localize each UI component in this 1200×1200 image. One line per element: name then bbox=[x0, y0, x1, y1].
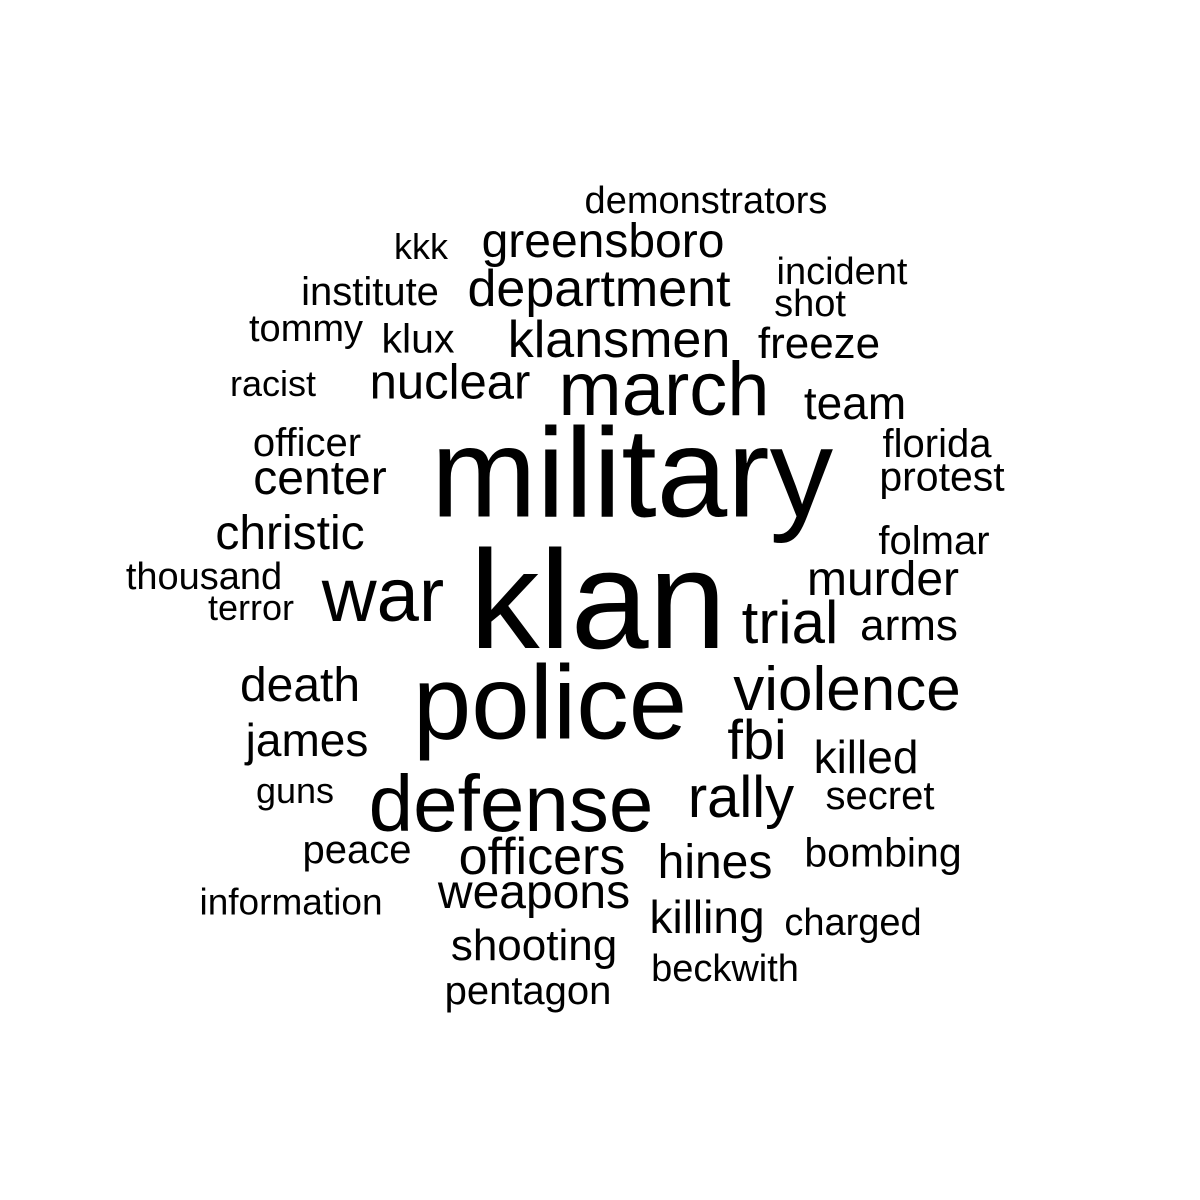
word: christic bbox=[215, 507, 365, 560]
word: freeze bbox=[757, 319, 881, 368]
word: weapons bbox=[437, 866, 631, 919]
word-cloud: klan military police defense march war v… bbox=[0, 0, 1200, 1200]
word: death bbox=[239, 659, 361, 712]
word: hines bbox=[657, 836, 773, 889]
word: terror bbox=[207, 587, 295, 628]
word: pentagon bbox=[444, 969, 612, 1013]
word: institute bbox=[301, 270, 439, 314]
word: florida bbox=[882, 422, 992, 466]
word: team bbox=[803, 377, 907, 429]
word: war bbox=[321, 553, 445, 638]
word: tommy bbox=[249, 308, 363, 350]
word: bombing bbox=[804, 829, 962, 876]
word: racist bbox=[229, 363, 317, 404]
word: shot bbox=[774, 283, 846, 325]
word: demonstrators bbox=[584, 180, 828, 222]
word: officer bbox=[252, 421, 362, 465]
word: department bbox=[467, 260, 731, 318]
word: folmar bbox=[878, 519, 990, 563]
word: police bbox=[412, 644, 688, 762]
word: killing bbox=[649, 891, 765, 943]
word: trial bbox=[741, 589, 839, 656]
word: secret bbox=[825, 774, 935, 818]
word: beckwith bbox=[651, 948, 799, 990]
word: greensboro bbox=[481, 215, 725, 268]
word: rally bbox=[687, 765, 795, 830]
word: klansmen bbox=[507, 311, 731, 369]
word: nuclear bbox=[369, 355, 531, 410]
word: charged bbox=[784, 902, 922, 944]
word: fbi bbox=[727, 708, 787, 771]
word: guns bbox=[255, 770, 335, 811]
word: arms bbox=[860, 601, 958, 650]
word: klux bbox=[381, 315, 455, 362]
word: peace bbox=[302, 828, 412, 872]
word: james bbox=[245, 714, 369, 766]
word: shooting bbox=[450, 921, 618, 970]
word: information bbox=[199, 881, 383, 923]
word: kkk bbox=[394, 226, 448, 267]
